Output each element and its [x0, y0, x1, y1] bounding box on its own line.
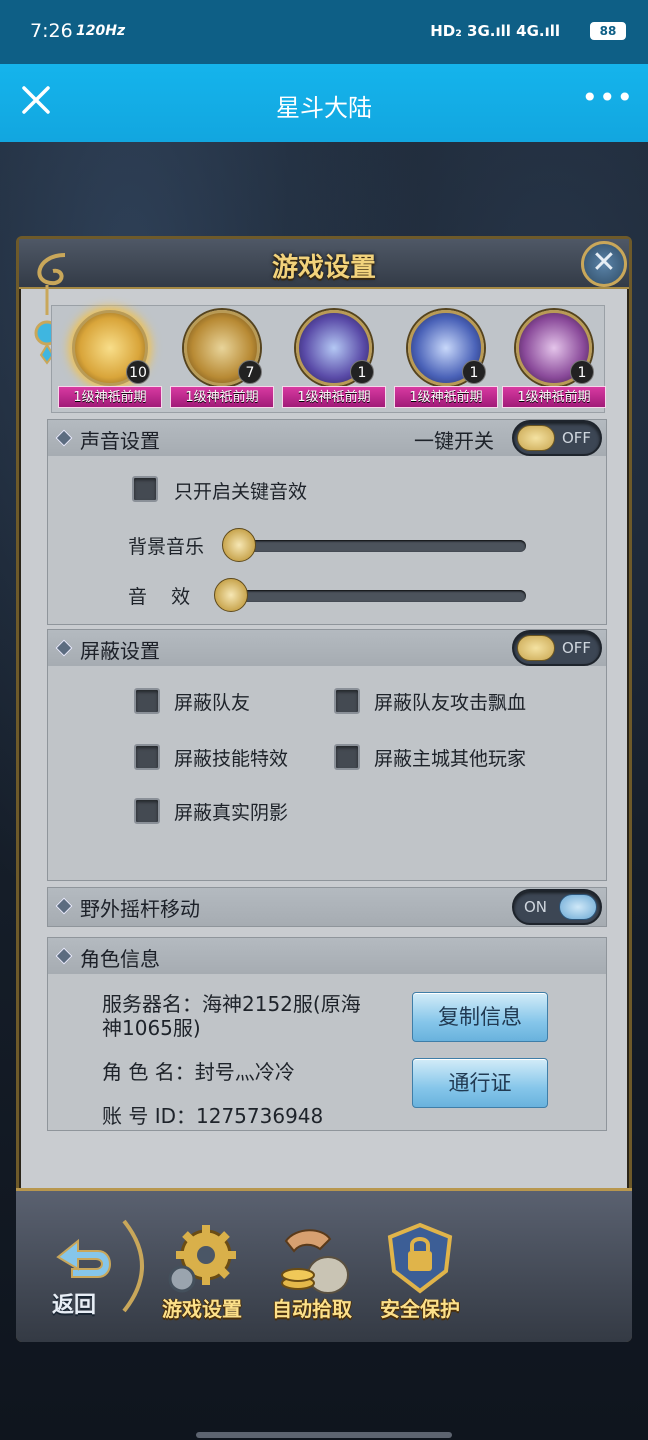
- hero-count: 1: [570, 360, 594, 384]
- shield-title: 屏蔽设置: [80, 639, 160, 663]
- hero-tag: 1级神祇前期: [58, 386, 162, 408]
- panel-header: 游戏设置 ✕: [19, 239, 629, 289]
- shield-lock-icon: [387, 1222, 453, 1294]
- toggle-knob: [517, 635, 555, 661]
- battery-indicator: 88: [590, 22, 626, 40]
- bgm-slider-knob[interactable]: [222, 528, 256, 562]
- joystick-toggle[interactable]: ON: [512, 889, 602, 925]
- hero-slot[interactable]: 1 1级神祇前期: [394, 310, 498, 410]
- bottom-nav: 返回 游戏设置 自动拾取 安全保护: [16, 1188, 632, 1342]
- shield-option-label: 屏蔽技能特效: [174, 748, 289, 770]
- tab-game-settings[interactable]: 游戏设置: [152, 1221, 252, 1331]
- shield-teammates-checkbox[interactable]: [134, 688, 160, 714]
- hero-slot[interactable]: 1 1级神祇前期: [282, 310, 386, 410]
- shield-header: 屏蔽设置 OFF: [48, 630, 606, 666]
- hero-tag: 1级神祇前期: [502, 386, 606, 408]
- key-sound-label: 只开启关键音效: [174, 481, 308, 503]
- settings-panel: 游戏设置 ✕ 10 1级神祇前期 7 1级神祇前期 1 1级神祇前期 1 1级神…: [16, 236, 632, 1342]
- more-icon[interactable]: •••: [581, 84, 634, 112]
- hero-tag: 1级神祇前期: [170, 386, 274, 408]
- server-name-line2: 神1065服): [102, 1016, 201, 1040]
- app-bar: 星斗大陆 •••: [0, 64, 648, 142]
- toggle-knob: [517, 425, 555, 451]
- hero-count: 1: [350, 360, 374, 384]
- tab-security[interactable]: 安全保护: [370, 1221, 470, 1331]
- sfx-slider-knob[interactable]: [214, 578, 248, 612]
- tab-label: 自动拾取: [272, 1297, 352, 1321]
- hero-tag: 1级神祇前期: [282, 386, 386, 408]
- diamond-icon: [55, 897, 73, 915]
- sound-title: 声音设置: [80, 429, 160, 453]
- sfx-slider[interactable]: [226, 590, 526, 602]
- sound-header: 声音设置 一键开关 OFF: [48, 420, 606, 456]
- app-title: 星斗大陆: [276, 94, 372, 122]
- shield-city-players-checkbox[interactable]: [334, 744, 360, 770]
- shield-shadows-checkbox[interactable]: [134, 798, 160, 824]
- joystick-header: 野外摇杆移动 ON: [48, 888, 606, 926]
- shield-option-label: 屏蔽主城其他玩家: [374, 748, 527, 770]
- diamond-icon: [55, 429, 73, 447]
- hero-count: 1: [462, 360, 486, 384]
- account-id: 账 号 ID：1275736948: [102, 1104, 324, 1128]
- shield-option-label: 屏蔽队友: [174, 692, 251, 714]
- joystick-title: 野外摇杆移动: [80, 897, 200, 921]
- hero-list: 10 1级神祇前期 7 1级神祇前期 1 1级神祇前期 1 1级神祇前期 1 1…: [51, 305, 606, 413]
- tab-auto-pickup[interactable]: 自动拾取: [262, 1221, 362, 1331]
- shield-skill-effects-checkbox[interactable]: [134, 744, 160, 770]
- loot-bag-icon: [281, 1229, 349, 1294]
- role-title: 角色信息: [80, 947, 160, 971]
- hero-slot[interactable]: 1 1级神祇前期: [502, 310, 606, 410]
- network-indicator: HD₂ 3G.ıll 4G.ıll: [430, 22, 560, 40]
- role-section: 角色信息 服务器名：海神2152服(原海 神1065服) 角 色 名：封号灬冷冷…: [47, 937, 607, 1131]
- sfx-label: 音 效: [128, 586, 191, 608]
- back-button[interactable]: 返回: [28, 1211, 148, 1331]
- copy-info-button[interactable]: 复制信息: [412, 992, 548, 1042]
- shield-option-label: 屏蔽真实阴影: [174, 802, 289, 824]
- shield-team-damage-checkbox[interactable]: [334, 688, 360, 714]
- home-indicator[interactable]: [196, 1432, 452, 1438]
- hero-tag: 1级神祇前期: [394, 386, 498, 408]
- shield-toggle[interactable]: OFF: [512, 630, 602, 666]
- hero-count: 7: [238, 360, 262, 384]
- sound-section: 声音设置 一键开关 OFF 只开启关键音效 背景音乐 音 效: [47, 419, 607, 625]
- diamond-icon: [55, 947, 73, 965]
- hero-slot[interactable]: 10 1级神祇前期: [58, 310, 162, 410]
- tab-label: 游戏设置: [162, 1297, 242, 1321]
- master-sound-toggle[interactable]: OFF: [512, 420, 602, 456]
- shield-option-label: 屏蔽队友攻击飘血: [374, 692, 527, 714]
- server-name-line1: 服务器名：海神2152服(原海: [102, 992, 361, 1016]
- back-label: 返回: [52, 1293, 97, 1318]
- shield-section: 屏蔽设置 OFF 屏蔽队友 屏蔽队友攻击飘血 屏蔽技能特效 屏蔽主城其他玩家 屏…: [47, 629, 607, 881]
- master-switch-label: 一键开关: [414, 429, 494, 453]
- toggle-knob: [559, 894, 597, 920]
- toggle-state: ON: [524, 898, 548, 916]
- role-name: 角 色 名：封号灬冷冷: [102, 1060, 295, 1084]
- hero-count: 10: [126, 360, 150, 384]
- clock: 7:26: [30, 20, 73, 42]
- bgm-label: 背景音乐: [128, 536, 205, 558]
- refresh-rate: 120Hz: [76, 23, 126, 39]
- tab-label: 安全保护: [380, 1297, 460, 1321]
- pass-button[interactable]: 通行证: [412, 1058, 548, 1108]
- status-bar: 7:26 120Hz HD₂ 3G.ıll 4G.ıll 88: [0, 0, 648, 64]
- hero-slot[interactable]: 7 1级神祇前期: [170, 310, 274, 410]
- toggle-state: OFF: [562, 639, 592, 657]
- gear-icon: [168, 1225, 236, 1293]
- bgm-slider[interactable]: [226, 540, 526, 552]
- toggle-state: OFF: [562, 429, 592, 447]
- diamond-icon: [55, 639, 73, 657]
- panel-title: 游戏设置: [271, 253, 376, 283]
- key-sound-checkbox[interactable]: [132, 476, 158, 502]
- role-header: 角色信息: [48, 938, 606, 974]
- joystick-section: 野外摇杆移动 ON: [47, 887, 607, 927]
- close-button[interactable]: ✕: [581, 241, 627, 287]
